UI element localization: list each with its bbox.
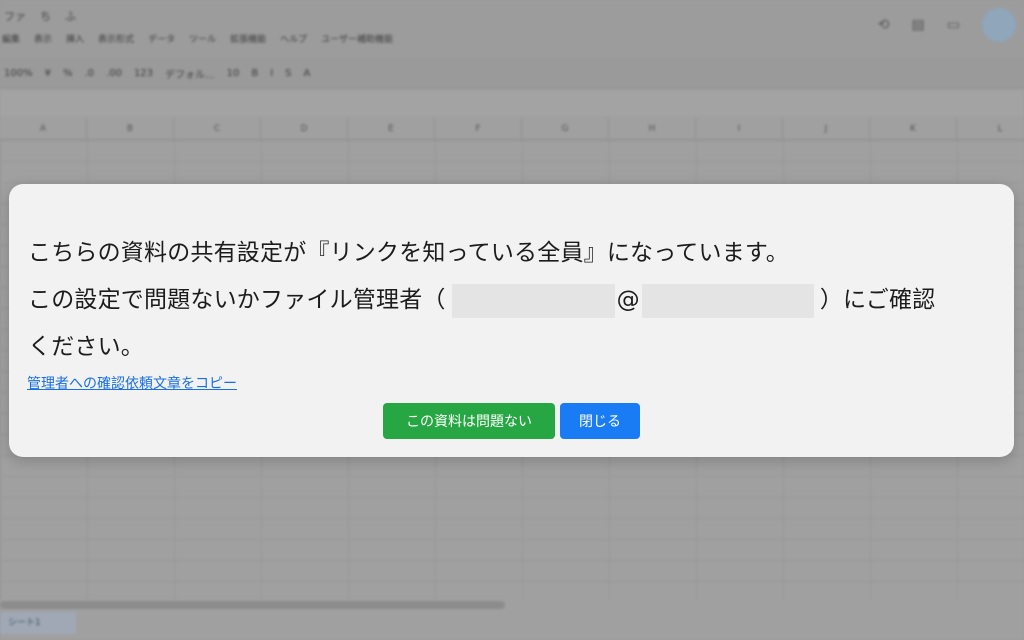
menu-accessibility[interactable]: ユーザー補助機能: [321, 32, 393, 48]
column-header[interactable]: E: [348, 118, 435, 139]
column-header[interactable]: G: [522, 118, 609, 139]
column-header[interactable]: D: [261, 118, 348, 139]
bold-button[interactable]: B: [251, 68, 258, 79]
comment-icon[interactable]: ▤: [912, 17, 925, 33]
text-color-button[interactable]: A: [304, 68, 311, 79]
decrease-decimal-button[interactable]: .0: [84, 68, 94, 79]
column-header[interactable]: B: [87, 118, 174, 139]
font-select[interactable]: デフォル...: [165, 66, 215, 81]
column-header[interactable]: H: [609, 118, 696, 139]
column-header[interactable]: J: [783, 118, 870, 139]
menu-format[interactable]: 表示形式: [98, 32, 134, 48]
dialog-message: こちらの資料の共有設定が『リンクを知っている全員』になっています。 この設定で問…: [28, 230, 998, 371]
message-line-1: こちらの資料の共有設定が『リンクを知っている全員』になっています。: [28, 240, 789, 266]
column-header[interactable]: K: [870, 118, 957, 139]
zoom-select[interactable]: 100%: [4, 68, 33, 79]
header-actions: ⟲ ▤ ▭: [878, 8, 1016, 42]
toolbar: 100% ¥ % .0 .00 123 デフォル... 10 B I S A: [0, 58, 1024, 88]
message-line-2-prefix: この設定で問題ないかファイル管理者（: [28, 287, 446, 313]
title-icon-1: ファ: [4, 10, 26, 23]
redacted-email-domain: [641, 283, 814, 318]
message-line-2-suffix: ）にご確認: [819, 287, 936, 313]
menu-insert[interactable]: 挿入: [66, 32, 84, 48]
percent-button[interactable]: %: [63, 68, 73, 79]
menu-tools[interactable]: ツール: [189, 32, 216, 48]
menu-edit[interactable]: 編集: [2, 32, 20, 48]
message-line-2: この設定で問題ないかファイル管理者（ @ ）にご確認: [28, 277, 998, 324]
formula-bar[interactable]: [0, 88, 1024, 116]
font-size-field[interactable]: 10: [227, 68, 240, 79]
dialog-buttons: この資料は問題ない 閉じる: [383, 403, 640, 439]
email-at-sign: @: [616, 287, 640, 313]
column-headers: A B C D E F G H I J K L: [0, 118, 1024, 140]
history-icon[interactable]: ⟲: [878, 17, 890, 33]
horizontal-scrollbar[interactable]: [0, 601, 505, 609]
menu-view[interactable]: 表示: [34, 32, 52, 48]
avatar[interactable]: [982, 8, 1016, 42]
copy-request-link[interactable]: 管理者への確認依頼文章をコピー: [27, 373, 237, 393]
menu-help[interactable]: ヘルプ: [280, 32, 307, 48]
strikethrough-button[interactable]: S: [285, 68, 291, 79]
column-header[interactable]: A: [0, 118, 87, 139]
column-header[interactable]: F: [435, 118, 522, 139]
title-icon-3: ふ: [65, 10, 76, 23]
currency-button[interactable]: ¥: [45, 68, 51, 79]
number-format-button[interactable]: 123: [134, 68, 153, 79]
confirm-ok-button[interactable]: この資料は問題ない: [383, 403, 555, 439]
menu-extensions[interactable]: 拡張機能: [230, 32, 266, 48]
meet-icon[interactable]: ▭: [947, 17, 960, 33]
menu-bar: 編集 表示 挿入 表示形式 データ ツール 拡張機能 ヘルプ ユーザー補助機能: [0, 32, 393, 48]
column-header[interactable]: L: [957, 118, 1024, 139]
increase-decimal-button[interactable]: .00: [106, 68, 122, 79]
menu-data[interactable]: データ: [148, 32, 175, 48]
column-header[interactable]: I: [696, 118, 783, 139]
sheet-tab[interactable]: シート1: [0, 612, 76, 634]
column-header[interactable]: C: [174, 118, 261, 139]
share-warning-dialog: こちらの資料の共有設定が『リンクを知っている全員』になっています。 この設定で問…: [9, 184, 1014, 457]
message-line-3: ください。: [28, 334, 144, 360]
close-button[interactable]: 閉じる: [560, 403, 640, 439]
title-row: ファ ち ふ: [4, 8, 76, 24]
title-icon-2: ち: [40, 10, 51, 23]
redacted-email-user: [451, 283, 615, 318]
italic-button[interactable]: I: [270, 68, 273, 79]
app-header: ファ ち ふ 編集 表示 挿入 表示形式 データ ツール 拡張機能 ヘルプ ユー…: [0, 0, 1024, 58]
